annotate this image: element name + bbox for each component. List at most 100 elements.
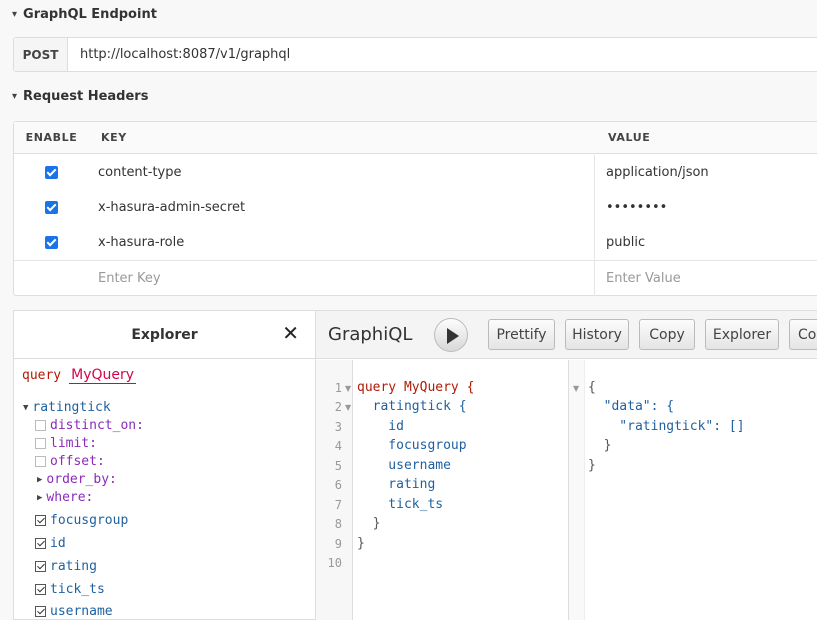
arg-label: distinct_on:	[50, 418, 144, 433]
field-label: tick_ts	[50, 582, 105, 597]
line-number: 5	[334, 459, 342, 473]
result-line: }	[588, 438, 612, 453]
table-row: x-hasura-admin-secret ••••••••	[14, 190, 817, 225]
arg-label: limit:	[50, 436, 97, 451]
headers-table-head: ENABLE KEY VALUE	[14, 122, 817, 154]
arg-item[interactable]: limit:	[35, 436, 97, 451]
result-line: "data": {	[588, 399, 675, 414]
arg-label: where:	[46, 490, 94, 505]
fold-arrow-icon[interactable]: ▼	[573, 384, 579, 393]
arg-item[interactable]: ▶ order_by:	[37, 472, 117, 487]
copy-button[interactable]: Copy	[639, 319, 695, 350]
graphiql-toolbar: GraphiQL Prettify History Copy Explorer …	[316, 311, 817, 359]
arg-checkbox[interactable]	[35, 456, 46, 467]
line-number: 7	[334, 498, 342, 512]
caret-down-icon: ▼	[23, 402, 29, 413]
code-line: tick_ts	[357, 497, 444, 512]
code-button[interactable]: Code	[789, 319, 817, 350]
field-item[interactable]: rating	[35, 559, 97, 574]
operation-name-input[interactable]: MyQuery	[69, 367, 137, 384]
code-line: }	[357, 516, 381, 531]
result-line: {	[588, 380, 596, 395]
endpoint-url-input[interactable]: http://localhost:8087/v1/graphql	[68, 47, 290, 62]
headers-section-header[interactable]: ▾ Request Headers	[12, 89, 148, 104]
line-number: 4	[334, 439, 342, 453]
chevron-down-icon: ▾	[12, 91, 18, 102]
arg-checkbox[interactable]	[35, 438, 46, 449]
query-keyword: query	[22, 368, 62, 383]
headers-table: ENABLE KEY VALUE content-type applicatio…	[13, 121, 817, 296]
line-number: 8	[334, 517, 342, 531]
header-value[interactable]: ••••••••	[594, 190, 817, 225]
graphiql-panel: Explorer ✕ query MyQuery ▼ ratingtick di…	[13, 310, 817, 620]
line-number: 2	[334, 400, 342, 414]
history-button[interactable]: History	[565, 319, 629, 350]
arg-item[interactable]: offset:	[35, 454, 105, 469]
endpoint-section-header[interactable]: ▾ GraphQL Endpoint	[12, 7, 157, 22]
field-checkbox[interactable]	[35, 606, 46, 617]
field-item[interactable]: username	[35, 604, 113, 619]
explorer-button[interactable]: Explorer	[705, 319, 779, 350]
code-line: }	[357, 536, 365, 551]
field-label: focusgroup	[50, 513, 129, 528]
field-label: username	[50, 604, 113, 619]
field-label: rating	[50, 559, 97, 574]
result-line: }	[588, 458, 596, 473]
code-line: rating	[357, 477, 436, 492]
field-checkbox[interactable]	[35, 538, 46, 549]
caret-right-icon: ▶	[37, 492, 43, 503]
table-row-new: Enter Key Enter Value	[14, 260, 817, 296]
explorer-panel: Explorer ✕ query MyQuery ▼ ratingtick di…	[14, 311, 316, 619]
fold-arrow-icon[interactable]: ▼	[345, 384, 351, 393]
field-item[interactable]: id	[35, 536, 66, 551]
explorer-title: Explorer	[14, 311, 315, 359]
line-number: 3	[334, 420, 342, 434]
arg-label: order_by:	[46, 472, 117, 487]
root-field-label: ratingtick	[32, 400, 111, 415]
table-row: x-hasura-role public	[14, 225, 817, 260]
endpoint-url-bar: POST http://localhost:8087/v1/graphql	[13, 37, 817, 72]
line-number: 1	[334, 381, 342, 395]
result-line: "ratingtick": []	[588, 419, 745, 434]
result-gutter: ▼	[569, 360, 585, 620]
header-value[interactable]: public	[594, 225, 817, 260]
code-line: id	[357, 419, 404, 434]
method-select[interactable]: POST	[14, 38, 68, 71]
prettify-button[interactable]: Prettify	[488, 319, 555, 350]
new-value-input[interactable]: Enter Value	[594, 261, 817, 296]
enable-checkbox[interactable]	[45, 201, 58, 214]
field-checkbox[interactable]	[35, 584, 46, 595]
line-number: 9	[334, 537, 342, 551]
enable-checkbox[interactable]	[45, 166, 58, 179]
column-enable: ENABLE	[25, 131, 78, 144]
new-key-input[interactable]: Enter Key	[89, 271, 594, 286]
field-checkbox[interactable]	[35, 561, 46, 572]
field-checkbox[interactable]	[35, 515, 46, 526]
fold-arrow-icon[interactable]: ▼	[345, 403, 351, 412]
arg-checkbox[interactable]	[35, 420, 46, 431]
table-row: content-type application/json	[14, 155, 817, 190]
run-query-button[interactable]	[434, 318, 468, 352]
enable-checkbox[interactable]	[45, 236, 58, 249]
close-icon[interactable]: ✕	[282, 321, 299, 345]
arg-item[interactable]: distinct_on:	[35, 418, 144, 433]
query-editor[interactable]: 1 ▼ 2 ▼ 3 4 5 6 7 8 9 10 query MyQuery {…	[316, 360, 568, 620]
field-item[interactable]: focusgroup	[35, 513, 128, 528]
result-viewer[interactable]: ▼ { "data": { "ratingtick": [] } }	[568, 360, 817, 620]
header-value[interactable]: application/json	[594, 155, 817, 190]
editor-gutter: 1 ▼ 2 ▼ 3 4 5 6 7 8 9 10	[316, 360, 353, 620]
header-key[interactable]: content-type	[89, 165, 594, 180]
code-line: query MyQuery {	[357, 380, 475, 395]
arg-label: offset:	[50, 454, 105, 469]
field-item[interactable]: tick_ts	[35, 582, 105, 597]
header-key[interactable]: x-hasura-role	[89, 235, 594, 250]
query-operation-line: query MyQuery	[22, 367, 137, 384]
code-line: focusgroup	[357, 438, 467, 453]
code-line: ratingtick {	[357, 399, 467, 414]
arg-item[interactable]: ▶ where:	[37, 490, 93, 505]
headers-section-title: Request Headers	[23, 89, 149, 104]
column-key: KEY	[101, 131, 127, 144]
root-field-item[interactable]: ▼ ratingtick	[23, 400, 111, 415]
header-key[interactable]: x-hasura-admin-secret	[89, 200, 594, 215]
endpoint-section-title: GraphQL Endpoint	[23, 7, 157, 22]
